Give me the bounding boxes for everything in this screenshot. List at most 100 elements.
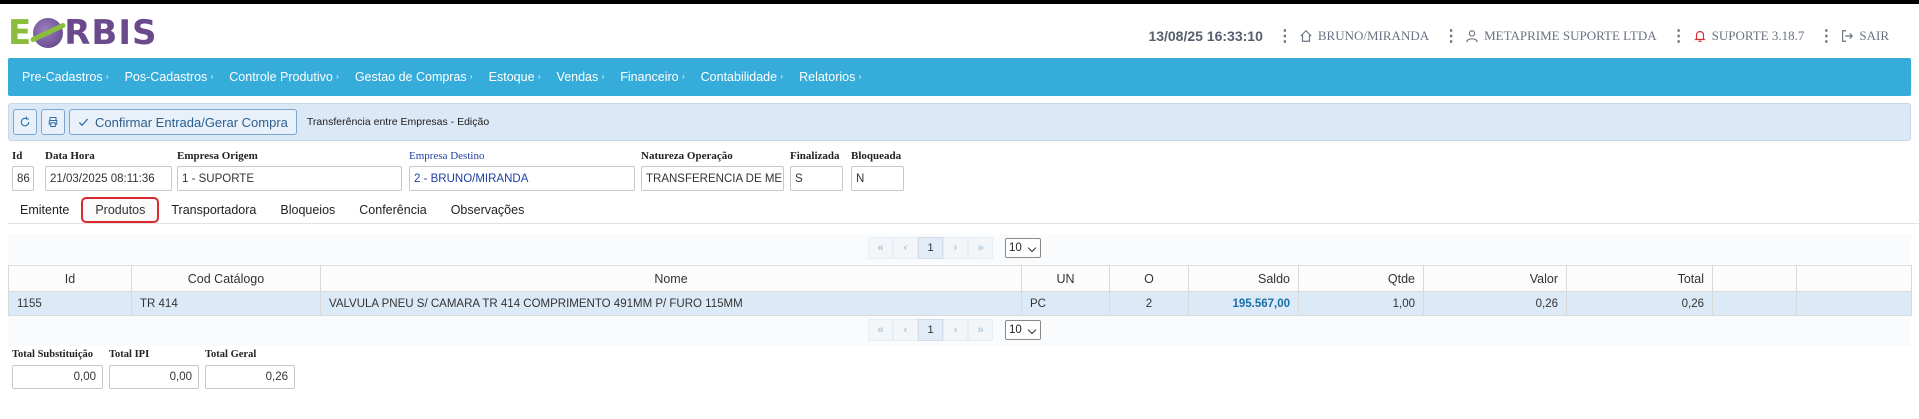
orbis-logo[interactable]: E RBIS	[8, 13, 158, 53]
col-header-cod-catalogo[interactable]: Cod Catálogo	[131, 265, 321, 292]
total-geral-label: Total Geral	[205, 349, 257, 360]
nav-item-gestao-compras[interactable]: Gestao de Compras	[355, 70, 473, 84]
branch-label: BRUNO/MIRANDA	[1317, 28, 1430, 43]
next-page-button[interactable]: ›	[943, 319, 968, 341]
finalizada-field[interactable]: S	[790, 166, 843, 191]
first-page-button[interactable]: «	[868, 319, 893, 341]
nav-item-financeiro[interactable]: Financeiro	[620, 70, 685, 84]
branch-link[interactable]: BRUNO/MIRANDA	[1299, 28, 1429, 44]
print-button[interactable]	[41, 109, 65, 135]
page-size-select[interactable]: 10	[1005, 238, 1041, 258]
nav-item-controle-produtivo[interactable]: Controle Produtivo	[229, 70, 338, 84]
kebab-icon[interactable]: ⋮	[1277, 26, 1293, 46]
logout-link[interactable]: SAIR	[1840, 28, 1889, 44]
nav-item-pos-cadastros[interactable]: Pos-Cadastros	[125, 70, 213, 84]
prev-page-button[interactable]: ‹	[893, 237, 918, 259]
col-header-saldo[interactable]: Saldo	[1188, 265, 1299, 292]
cell-valor: 0,26	[1423, 291, 1567, 316]
support-link[interactable]: SUPORTE 3.18.7	[1693, 28, 1805, 44]
total-substituicao-field[interactable]: 0,00	[12, 365, 103, 389]
tab-bloqueios[interactable]: Bloqueios	[268, 197, 347, 223]
nav-item-relatorios[interactable]: Relatorios	[799, 70, 862, 84]
origem-label: Empresa Origem	[177, 150, 258, 162]
logo-letters: RBIS	[64, 13, 158, 53]
bloqueada-label: Bloqueada	[851, 150, 902, 162]
empresa-destino-field[interactable]: 2 - BRUNO/MIRANDA	[409, 166, 635, 191]
confirm-entry-label: Confirmar Entrada/Gerar Compra	[95, 114, 288, 130]
bloqueada-field[interactable]: N	[851, 166, 904, 191]
page-number-button[interactable]: 1	[918, 237, 943, 259]
kebab-icon[interactable]: ⋮	[1818, 26, 1834, 46]
col-header-id[interactable]: Id	[8, 265, 132, 292]
id-label: Id	[12, 150, 23, 162]
col-header-empty-1	[1712, 265, 1797, 292]
id-field-group: Id 86	[12, 150, 34, 191]
cell-total: 0,26	[1566, 291, 1713, 316]
total-substituicao-group: Total Substituição 0,00	[12, 349, 103, 389]
detail-tabs: Emitente Produtos Transportadora Bloquei…	[8, 196, 1919, 224]
origem-field-group: Empresa Origem 1 - SUPORTE	[177, 150, 402, 191]
total-ipi-group: Total IPI 0,00	[109, 349, 199, 389]
cell-un: PC	[1021, 291, 1110, 316]
col-header-o[interactable]: O	[1109, 265, 1189, 292]
page-number-button[interactable]: 1	[918, 319, 943, 341]
tab-transportadora[interactable]: Transportadora	[159, 197, 268, 223]
last-page-button[interactable]: »	[968, 319, 993, 341]
table-row[interactable]: 1155 TR 414 VALVULA PNEU S/ CAMARA TR 41…	[8, 291, 1912, 316]
home-icon	[1299, 29, 1313, 43]
total-ipi-field[interactable]: 0,00	[109, 365, 199, 389]
kebab-icon[interactable]: ⋮	[1443, 26, 1459, 46]
company-link[interactable]: METAPRIME SUPORTE LTDA	[1465, 28, 1657, 44]
col-header-un[interactable]: UN	[1021, 265, 1110, 292]
total-geral-field[interactable]: 0,26	[205, 365, 295, 389]
bell-icon	[1693, 29, 1707, 43]
next-page-button[interactable]: ›	[943, 237, 968, 259]
tab-emitente[interactable]: Emitente	[8, 197, 81, 223]
first-page-button[interactable]: «	[868, 237, 893, 259]
tab-conferencia[interactable]: Conferência	[347, 197, 438, 223]
logout-icon	[1840, 29, 1854, 43]
print-icon	[48, 117, 58, 127]
logout-label: SAIR	[1859, 28, 1889, 43]
cell-nome: VALVULA PNEU S/ CAMARA TR 414 COMPRIMENT…	[320, 291, 1022, 316]
total-substituicao-label: Total Substituição	[12, 349, 94, 360]
confirm-entry-button[interactable]: Confirmar Entrada/Gerar Compra	[69, 109, 297, 135]
col-header-qtde[interactable]: Qtde	[1298, 265, 1424, 292]
cell-o: 2	[1109, 291, 1189, 316]
header-items: 13/08/25 16:33:10 ⋮ BRUNO/MIRANDA ⋮ META…	[1148, 26, 1889, 46]
cell-cod-catalogo: TR 414	[131, 291, 321, 316]
col-header-empty-2	[1796, 265, 1912, 292]
products-table: Id Cod Catálogo Nome UN O Saldo Qtde Val…	[8, 265, 1912, 316]
table-header-row: Id Cod Catálogo Nome UN O Saldo Qtde Val…	[8, 265, 1912, 292]
pager-bottom: « ‹ 1 › » 10	[868, 319, 1041, 341]
support-label: SUPORTE 3.18.7	[1711, 28, 1805, 43]
natureza-label: Natureza Operação	[641, 150, 733, 162]
cell-saldo[interactable]: 195.567,00	[1188, 291, 1299, 316]
datahora-field[interactable]: 21/03/2025 08:11:36	[45, 166, 172, 191]
last-page-button[interactable]: »	[968, 237, 993, 259]
header-datetime: 13/08/25 16:33:10	[1148, 28, 1263, 44]
nav-item-pre-cadastros[interactable]: Pre-Cadastros	[22, 70, 108, 84]
nav-item-estoque[interactable]: Estoque	[489, 70, 541, 84]
tab-observacoes[interactable]: Observações	[439, 197, 537, 223]
empresa-origem-field[interactable]: 1 - SUPORTE	[177, 166, 402, 191]
kebab-icon[interactable]: ⋮	[1671, 26, 1687, 46]
destino-field-group: Empresa Destino 2 - BRUNO/MIRANDA	[409, 150, 635, 191]
check-icon	[78, 118, 89, 126]
page-size-select[interactable]: 10	[1005, 320, 1041, 340]
main-nav: Pre-Cadastros Pos-Cadastros Controle Pro…	[8, 58, 1911, 96]
nav-item-contabilidade[interactable]: Contabilidade	[701, 70, 784, 84]
id-field[interactable]: 86	[12, 166, 34, 191]
nav-item-vendas[interactable]: Vendas	[557, 70, 604, 84]
col-header-nome[interactable]: Nome	[320, 265, 1022, 292]
pager-top: « ‹ 1 › » 10	[868, 237, 1041, 259]
datahora-field-group: Data Hora 21/03/2025 08:11:36	[45, 150, 172, 191]
refresh-button[interactable]	[13, 109, 37, 135]
tab-produtos[interactable]: Produtos	[81, 196, 160, 223]
finalizada-field-group: Finalizada S	[790, 150, 843, 191]
prev-page-button[interactable]: ‹	[893, 319, 918, 341]
logo-orb-icon	[33, 18, 64, 48]
natureza-operacao-field[interactable]: TRANSFERENCIA DE MERCADORIA	[641, 166, 784, 191]
col-header-valor[interactable]: Valor	[1423, 265, 1567, 292]
col-header-total[interactable]: Total	[1566, 265, 1713, 292]
